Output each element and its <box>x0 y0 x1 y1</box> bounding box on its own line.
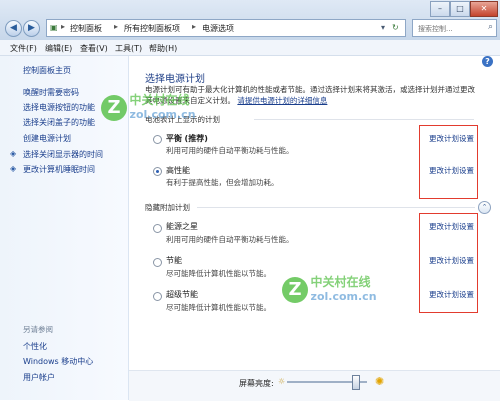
menu-help[interactable]: 帮助(H) <box>149 43 177 54</box>
menu-view[interactable]: 查看(V) <box>80 43 108 54</box>
page-description: 电源计划可有助于最大化计算机的性能或者节能。通过选择计划来将其激活，或选择计划并… <box>145 84 480 106</box>
plan-details-link[interactable]: 请提供电源计划的详细信息 <box>237 96 327 105</box>
sidebar-item-personalize[interactable]: 个性化 <box>23 341 47 352</box>
plan-super-saver-name[interactable]: 超级节能 <box>166 289 198 300</box>
main-panel: 选择电源计划 电源计划可有助于最大化计算机的性能或者节能。通过选择计划来将其激活… <box>129 56 500 400</box>
plan-super-saver-radio[interactable] <box>153 292 162 301</box>
refresh-icon[interactable]: ↻ <box>392 23 399 32</box>
sidebar-item-display-off[interactable]: 选择关闭显示器的时间 <box>23 149 103 160</box>
search-box[interactable]: ⌕ <box>412 19 497 37</box>
battery-plans-heading: 电池表计上显示的计划 <box>145 115 220 124</box>
plan-power-saver-desc: 尽可能降低计算机性能以节能。 <box>166 269 271 278</box>
sidebar-item-sleep-time[interactable]: 更改计算机睡眠时间 <box>23 164 95 175</box>
brightness-bar: 屏幕亮度: ☼ ✺ <box>129 370 500 401</box>
maximize-button[interactable]: □ <box>450 1 470 17</box>
breadcrumb-control-panel[interactable]: 控制面板 <box>70 23 102 34</box>
breadcrumb-power-options[interactable]: 电源选项 <box>202 23 234 34</box>
sidebar: 控制面板主页 唤醒时需要密码 选择电源按钮的功能 选择关闭盖子的功能 创建电源计… <box>0 56 129 400</box>
sidebar-item-create-plan[interactable]: 创建电源计划 <box>23 133 71 144</box>
plan-super-saver-desc: 尽可能降低计算机性能以节能。 <box>166 303 271 312</box>
plan-high-performance-radio[interactable] <box>153 167 162 176</box>
search-input[interactable] <box>416 21 484 37</box>
collapse-icon[interactable]: ⌃ <box>478 201 491 214</box>
shield-icon: ◈ <box>10 164 17 173</box>
sidebar-item-home[interactable]: 控制面板主页 <box>23 65 71 76</box>
plan-balanced-radio[interactable] <box>153 135 162 144</box>
breadcrumb-separator: ▸ <box>192 22 197 31</box>
page-title: 选择电源计划 <box>145 74 205 85</box>
dim-sun-icon: ☼ <box>278 377 286 386</box>
forward-arrow-icon: ▶ <box>28 23 35 33</box>
brightness-label: 屏幕亮度: <box>239 379 274 388</box>
breadcrumb-separator: ▸ <box>61 22 66 31</box>
title-bar: – □ ✕ ◀ ▶ ▣ ▸ 控制面板 ▸ 所有控制面板项 ▸ 电源选项 ▾ ↻ … <box>0 0 500 41</box>
search-icon[interactable]: ⌕ <box>488 22 493 32</box>
dropdown-icon[interactable]: ▾ <box>381 23 385 32</box>
sidebar-item-user-accounts[interactable]: 用户帐户 <box>23 372 55 383</box>
menu-file[interactable]: 文件(F) <box>10 43 37 54</box>
plan-energy-star-name[interactable]: 能源之星 <box>166 221 198 232</box>
address-bar[interactable]: ▣ ▸ 控制面板 ▸ 所有控制面板项 ▸ 电源选项 ▾ ↻ <box>46 19 406 37</box>
highlight-box <box>419 125 478 199</box>
forward-button[interactable]: ▶ <box>23 20 40 37</box>
hidden-plans-heading[interactable]: 隐藏附加计划 <box>145 202 190 213</box>
plan-high-performance-desc: 有利于提高性能，但会增加功耗。 <box>166 178 279 187</box>
back-arrow-icon: ◀ <box>10 23 17 33</box>
shield-icon: ◈ <box>10 149 17 158</box>
plan-energy-star-desc: 利用可用的硬件自动平衡功耗与性能。 <box>166 235 294 244</box>
plan-balanced-desc: 利用可用的硬件自动平衡功耗与性能。 <box>166 146 294 155</box>
sidebar-item-lid-close[interactable]: 选择关闭盖子的功能 <box>23 117 95 128</box>
power-options-window: – □ ✕ ◀ ▶ ▣ ▸ 控制面板 ▸ 所有控制面板项 ▸ 电源选项 ▾ ↻ … <box>0 0 500 401</box>
breadcrumb-all-items[interactable]: 所有控制面板项 <box>124 23 180 34</box>
menu-bar: 文件(F) 编辑(E) 查看(V) 工具(T) 帮助(H) <box>0 40 500 56</box>
menu-edit[interactable]: 编辑(E) <box>45 43 72 54</box>
back-button[interactable]: ◀ <box>5 20 22 37</box>
close-button[interactable]: ✕ <box>470 1 498 17</box>
divider <box>197 207 475 208</box>
breadcrumb-separator: ▸ <box>114 22 119 31</box>
sidebar-item-wake-password[interactable]: 唤醒时需要密码 <box>23 87 79 98</box>
divider <box>254 119 474 120</box>
watermark-logo: Z 中关村在线 zol.com.cn <box>282 276 377 304</box>
sidebar-item-mobility-center[interactable]: Windows 移动中心 <box>23 356 93 367</box>
minimize-button[interactable]: – <box>430 1 450 17</box>
highlight-box <box>419 213 478 313</box>
plan-power-saver-radio[interactable] <box>153 258 162 267</box>
menu-tools[interactable]: 工具(T) <box>115 43 142 54</box>
plan-balanced-name[interactable]: 平衡 (推荐) <box>166 133 208 144</box>
plan-power-saver-name[interactable]: 节能 <box>166 255 182 266</box>
see-also-heading: 另请参阅 <box>23 325 53 334</box>
brightness-slider-thumb[interactable] <box>352 375 360 390</box>
control-panel-icon: ▣ <box>50 23 58 32</box>
bright-sun-icon: ✺ <box>375 375 385 388</box>
plan-high-performance-name[interactable]: 高性能 <box>166 165 190 176</box>
plan-energy-star-radio[interactable] <box>153 224 162 233</box>
sidebar-item-power-button[interactable]: 选择电源按钮的功能 <box>23 102 95 113</box>
